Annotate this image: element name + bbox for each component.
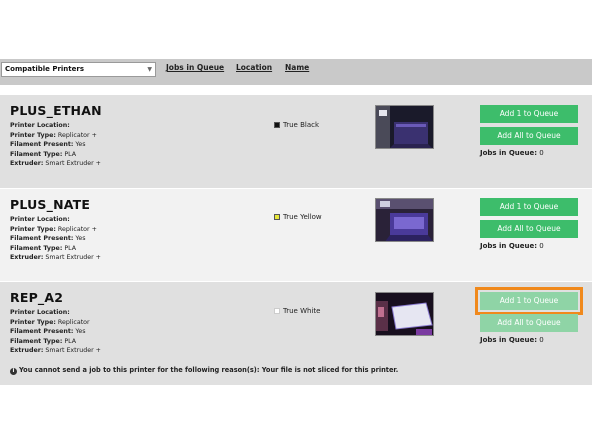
color-swatch <box>274 308 280 314</box>
printer-camera-thumbnail[interactable] <box>375 198 434 242</box>
add-one-to-queue-button[interactable]: Add 1 to Queue <box>475 287 583 315</box>
filament-color-label: True Yellow <box>283 213 322 221</box>
color-swatch <box>274 122 280 128</box>
jobs-in-queue-count: 0 <box>539 242 544 250</box>
jobs-in-queue: Jobs in Queue: 0 <box>480 242 544 250</box>
prop-label: Extruder: <box>10 160 44 168</box>
printer-properties: Printer Location: Printer Type: Replicat… <box>10 121 101 169</box>
add-all-to-queue-button[interactable]: Add All to Queue <box>480 127 578 145</box>
prop-label: Extruder: <box>10 254 44 262</box>
color-swatch <box>274 214 280 220</box>
sort-location-link[interactable]: Location <box>236 63 272 72</box>
add-all-to-queue-button[interactable]: Add All to Queue <box>480 220 578 238</box>
prop-label: Filament Present: <box>10 141 74 149</box>
prop-label: Printer Location: <box>10 122 70 129</box>
printer-name: PLUS_ETHAN <box>10 103 102 118</box>
incompatibility-warning: i You cannot send a job to this printer f… <box>10 366 398 375</box>
printer-name: PLUS_NATE <box>10 197 91 212</box>
prop-label: Filament Present: <box>10 328 74 336</box>
printer-card-rep-a2: REP_A2 Printer Location: Printer Type: R… <box>0 282 592 385</box>
prop-value: Smart Extruder + <box>45 254 101 262</box>
jobs-in-queue-count: 0 <box>539 336 544 344</box>
printer-card-plus-nate: PLUS_NATE Printer Location: Printer Type… <box>0 189 592 281</box>
prop-value: Replicator + <box>57 131 97 139</box>
prop-label: Printer Type: <box>10 131 56 139</box>
filament-color-label: True Black <box>283 121 320 129</box>
info-icon: i <box>10 368 17 375</box>
add-one-to-queue-button[interactable]: Add 1 to Queue <box>480 198 578 216</box>
printer-properties: Printer Location: Printer Type: Replicat… <box>10 215 101 263</box>
prop-label: Extruder: <box>10 347 44 355</box>
printer-name: REP_A2 <box>10 290 64 305</box>
prop-value: Replicator <box>57 318 90 326</box>
prop-label: Filament Present: <box>10 235 74 243</box>
prop-value: Smart Extruder + <box>45 160 101 168</box>
add-one-to-queue-button[interactable]: Add 1 to Queue <box>480 105 578 123</box>
jobs-in-queue-count: 0 <box>539 149 544 157</box>
warning-text: You cannot send a job to this printer fo… <box>19 366 399 374</box>
filament-color: True White <box>274 307 320 315</box>
prop-label: Filament Type: <box>10 150 63 158</box>
printer-filter-value: Compatible Printers <box>5 65 84 73</box>
prop-value: Smart Extruder + <box>45 347 101 355</box>
printer-properties: Printer Location: Printer Type: Replicat… <box>10 308 101 356</box>
jobs-in-queue-label: Jobs in Queue: <box>480 336 538 344</box>
filament-color-label: True White <box>283 307 321 315</box>
prop-label: Printer Type: <box>10 225 56 233</box>
printer-filter-select[interactable]: Compatible Printers ▼ <box>1 62 156 77</box>
prop-value: Yes <box>75 141 86 149</box>
sort-jobs-in-queue-link[interactable]: Jobs in Queue <box>166 63 224 72</box>
prop-value: PLA <box>64 150 77 158</box>
sort-name-link[interactable]: Name <box>285 63 309 72</box>
chevron-down-icon: ▼ <box>147 66 152 73</box>
prop-value: PLA <box>64 244 77 252</box>
printer-card-plus-ethan: PLUS_ETHAN Printer Location: Printer Typ… <box>0 95 592 188</box>
prop-label: Filament Type: <box>10 337 63 345</box>
prop-label: Filament Type: <box>10 244 63 252</box>
add-all-to-queue-button[interactable]: Add All to Queue <box>480 314 578 332</box>
jobs-in-queue: Jobs in Queue: 0 <box>480 149 544 157</box>
jobs-in-queue-label: Jobs in Queue: <box>480 242 538 250</box>
prop-label: Printer Location: <box>10 309 70 316</box>
prop-value: Replicator + <box>57 225 97 233</box>
prop-value: Yes <box>75 328 86 336</box>
prop-label: Printer Type: <box>10 318 56 326</box>
prop-label: Printer Location: <box>10 216 70 223</box>
prop-value: Yes <box>75 235 86 243</box>
prop-value: PLA <box>64 337 77 345</box>
filament-color: True Black <box>274 121 319 129</box>
filament-color: True Yellow <box>274 213 322 221</box>
printer-camera-thumbnail[interactable] <box>375 292 434 336</box>
jobs-in-queue: Jobs in Queue: 0 <box>480 336 544 344</box>
jobs-in-queue-label: Jobs in Queue: <box>480 149 538 157</box>
printer-camera-thumbnail[interactable] <box>375 105 434 149</box>
